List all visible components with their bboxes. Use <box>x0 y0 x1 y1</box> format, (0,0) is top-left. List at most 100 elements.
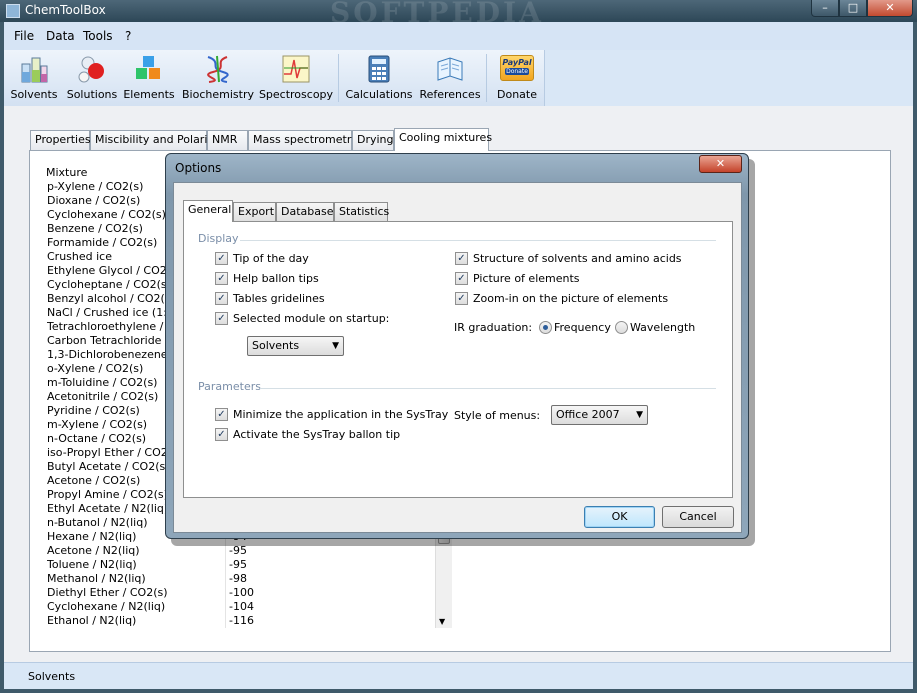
dialog-close-button[interactable]: ✕ <box>699 155 742 173</box>
table-row[interactable]: Methanol / N2(liq) -98 <box>44 572 449 586</box>
picture-elements-label: Picture of elements <box>473 272 580 285</box>
tab-general[interactable]: General <box>183 200 233 222</box>
menu-help[interactable]: ? <box>125 29 131 43</box>
table-row[interactable]: Ethanol / N2(liq) -116 <box>44 614 449 628</box>
cell-divider <box>225 614 226 628</box>
chevron-down-icon: ▼ <box>636 410 643 420</box>
ribbon-solvents-button[interactable]: Solvents <box>8 52 60 104</box>
minimize-systray-checkbox[interactable]: ✓ <box>215 408 228 421</box>
tab-miscibility[interactable]: Miscibility and Polarity <box>90 130 218 150</box>
cancel-button[interactable]: Cancel <box>662 506 734 528</box>
tab-export[interactable]: Export <box>233 202 276 221</box>
ir-graduation-label: IR graduation: <box>454 321 533 334</box>
gridlines-checkbox[interactable]: ✓ <box>215 292 228 305</box>
app-icon <box>6 4 20 18</box>
tip-of-day-label: Tip of the day <box>233 252 309 265</box>
ribbon-spectroscopy-button[interactable]: Spectroscopy <box>258 52 334 104</box>
table-row[interactable]: Diethyl Ether / CO2(s) -100 <box>44 586 449 600</box>
ribbon-separator <box>338 54 339 102</box>
chevron-down-icon: ▼ <box>332 341 339 351</box>
temperature-cell: -95 <box>229 544 247 557</box>
window-title: ChemToolBox <box>25 3 106 17</box>
ribbon-elements-button[interactable]: Elements <box>122 52 176 104</box>
wavelength-radio[interactable] <box>615 321 628 334</box>
protein-icon <box>207 55 229 83</box>
temperature-cell: -104 <box>229 600 254 613</box>
tab-drying[interactable]: Drying <box>352 130 394 150</box>
spectrum-icon <box>282 55 310 83</box>
tab-cooling-mixtures[interactable]: Cooling mixtures <box>394 128 492 151</box>
menu-tools[interactable]: Tools <box>83 29 113 43</box>
gridlines-label: Tables gridelines <box>233 292 325 305</box>
wavelength-label: Wavelength <box>630 321 696 334</box>
paypal-icon: PayPal Donate <box>500 55 534 81</box>
display-group-label: Display <box>198 232 239 245</box>
ribbon-calculations-button[interactable]: Calculations <box>344 52 414 104</box>
table-row[interactable]: Toluene / N2(liq) -95 <box>44 558 449 572</box>
temperature-cell: -100 <box>229 586 254 599</box>
molecule-icon <box>78 56 104 83</box>
close-button[interactable]: ✕ <box>867 0 913 17</box>
group-divider <box>260 388 716 389</box>
minimize-button[interactable]: – <box>811 0 839 17</box>
ribbon-separator <box>486 54 487 102</box>
group-divider <box>240 240 716 241</box>
table-row[interactable]: Acetone / N2(liq) -95 <box>44 544 449 558</box>
startup-module-value: Solvents <box>252 339 300 352</box>
ribbon-biochemistry-button[interactable]: Biochemistry <box>180 52 256 104</box>
dialog-body: General Export Database Statistics Displ… <box>173 182 742 533</box>
menu-style-select[interactable]: Office 2007 ▼ <box>551 405 648 425</box>
mixture-cell: Toluene / N2(liq) <box>47 558 137 571</box>
structure-checkbox[interactable]: ✓ <box>455 252 468 265</box>
column-header-mixture: Mixture <box>46 166 88 179</box>
temperature-cell: -95 <box>229 558 247 571</box>
minimize-systray-label: Minimize the application in the SysTray <box>233 408 449 421</box>
picture-elements-checkbox[interactable]: ✓ <box>455 272 468 285</box>
tab-nmr[interactable]: NMR <box>207 130 248 150</box>
help-tips-checkbox[interactable]: ✓ <box>215 272 228 285</box>
dialog-title: Options <box>175 161 222 175</box>
ribbon-label: Spectroscopy <box>258 88 334 101</box>
parameters-group-label: Parameters <box>198 380 261 393</box>
ribbon-label: Solvents <box>10 88 58 101</box>
systray-tip-checkbox[interactable]: ✓ <box>215 428 228 441</box>
paypal-badge-sub: Donate <box>505 68 529 75</box>
menu-bar: File Data Tools ? <box>4 22 913 50</box>
ribbon-label: Solutions <box>66 88 118 101</box>
calculator-icon <box>368 55 390 83</box>
ribbon-label: Elements <box>123 88 175 101</box>
paypal-badge: PayPal <box>502 58 532 67</box>
tab-statistics[interactable]: Statistics <box>334 202 389 221</box>
ribbon-references-button[interactable]: References <box>418 52 482 104</box>
ribbon-donate-button[interactable]: PayPal Donate Donate <box>492 52 542 104</box>
ribbon-label: References <box>419 88 481 101</box>
ribbon-label: Calculations <box>345 88 413 101</box>
cell-divider <box>225 544 226 558</box>
cell-divider <box>225 572 226 586</box>
zoom-in-checkbox[interactable]: ✓ <box>455 292 468 305</box>
table-row[interactable]: Cyclohexane / N2(liq) -104 <box>44 600 449 614</box>
tip-of-day-checkbox[interactable]: ✓ <box>215 252 228 265</box>
startup-module-checkbox[interactable]: ✓ <box>215 312 228 325</box>
frequency-label: Frequency <box>554 321 611 334</box>
cell-divider <box>225 558 226 572</box>
temperature-cell: -98 <box>229 572 247 585</box>
tab-mass-spectrometry[interactable]: Mass spectrometry <box>248 130 358 150</box>
status-bar: Solvents <box>4 662 913 689</box>
title-bar: ChemToolBox SOFTPEDIA – □ ✕ <box>0 0 917 29</box>
scroll-down-icon[interactable]: ▼ <box>439 617 445 626</box>
startup-module-select[interactable]: Solvents ▼ <box>247 336 344 356</box>
book-icon <box>437 57 463 81</box>
tab-properties[interactable]: Properties <box>30 130 91 150</box>
tab-database[interactable]: Database <box>276 202 334 221</box>
ok-button[interactable]: OK <box>584 506 655 528</box>
ribbon-solutions-button[interactable]: Solutions <box>64 52 120 104</box>
cell-divider <box>225 600 226 614</box>
help-tips-label: Help ballon tips <box>233 272 319 285</box>
maximize-button[interactable]: □ <box>839 0 867 17</box>
mixture-cell: Diethyl Ether / CO2(s) <box>47 586 168 599</box>
frequency-radio[interactable] <box>539 321 552 334</box>
menu-data[interactable]: Data <box>46 29 75 43</box>
cell-divider <box>225 586 226 600</box>
menu-file[interactable]: File <box>14 29 34 43</box>
